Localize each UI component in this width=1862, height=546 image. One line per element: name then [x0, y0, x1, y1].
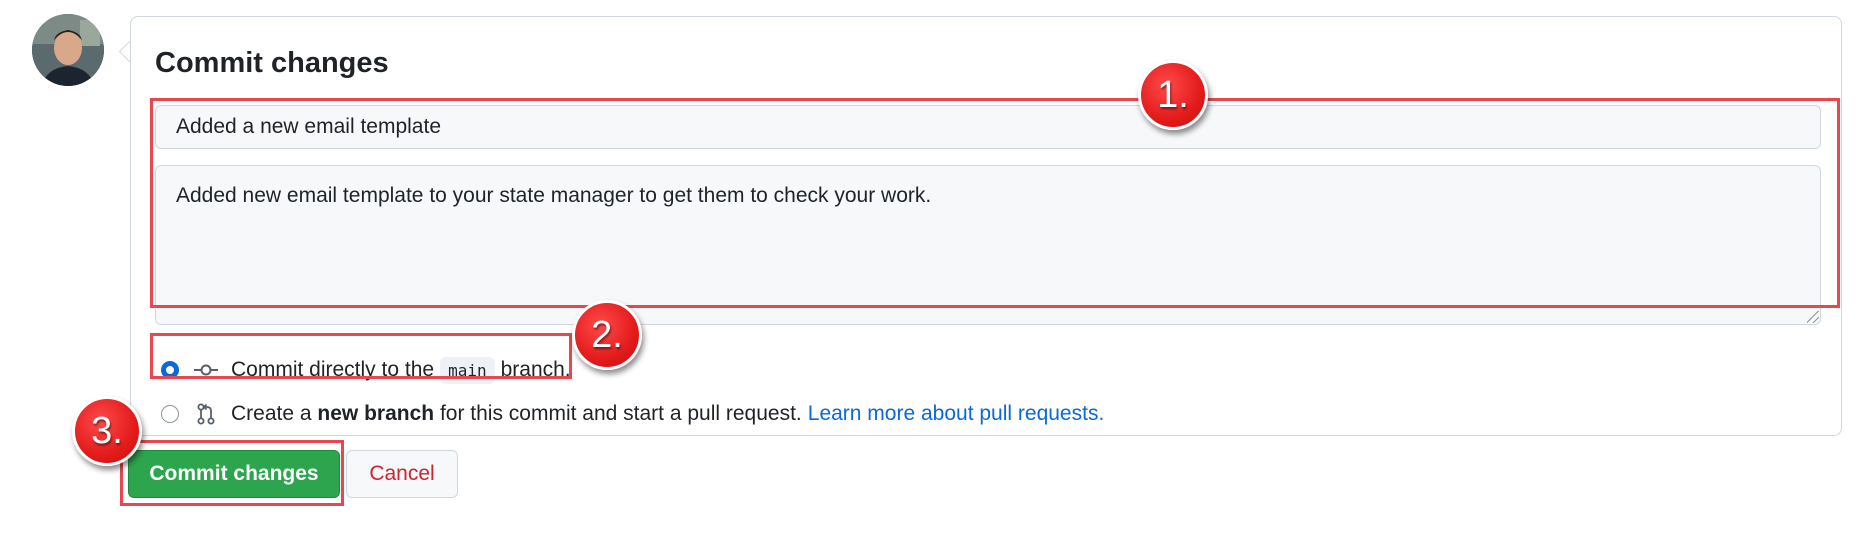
commit-direct-radio[interactable] — [161, 361, 179, 379]
commit-description-textarea[interactable]: Added new email template to your state m… — [155, 165, 1821, 325]
new-branch-option[interactable]: Create a new branch for this commit and … — [155, 397, 1104, 431]
cancel-button[interactable]: Cancel — [346, 450, 458, 498]
annotation-badge-1: 1. — [1138, 60, 1208, 130]
new-branch-prefix: Create a — [231, 402, 312, 425]
git-pull-request-icon — [193, 403, 219, 425]
commit-direct-option[interactable]: Commit directly to the main branch. — [155, 353, 571, 387]
commit-changes-button[interactable]: Commit changes — [128, 450, 340, 498]
commit-card: Commit changes Added new email template … — [130, 16, 1842, 436]
annotation-badge-2: 2. — [572, 300, 642, 370]
new-branch-bold: new branch — [317, 402, 435, 425]
annotation-badge-3: 3. — [72, 396, 142, 466]
resize-handle-icon[interactable] — [1807, 311, 1819, 323]
git-commit-icon — [193, 359, 219, 381]
branch-name: main — [440, 356, 495, 384]
commit-direct-suffix: branch. — [500, 358, 571, 381]
learn-more-pull-requests-link[interactable]: Learn more about pull requests. — [808, 402, 1105, 426]
avatar[interactable] — [32, 14, 104, 86]
commit-direct-prefix: Commit directly to the — [231, 358, 435, 381]
user-avatar-icon — [32, 14, 104, 86]
commit-changes-page: Commit changes Added new email template … — [0, 0, 1862, 546]
commit-summary-input[interactable] — [155, 105, 1821, 149]
new-branch-radio[interactable] — [161, 405, 179, 423]
new-branch-suffix: for this commit and start a pull request… — [439, 402, 802, 425]
page-title: Commit changes — [155, 47, 389, 79]
